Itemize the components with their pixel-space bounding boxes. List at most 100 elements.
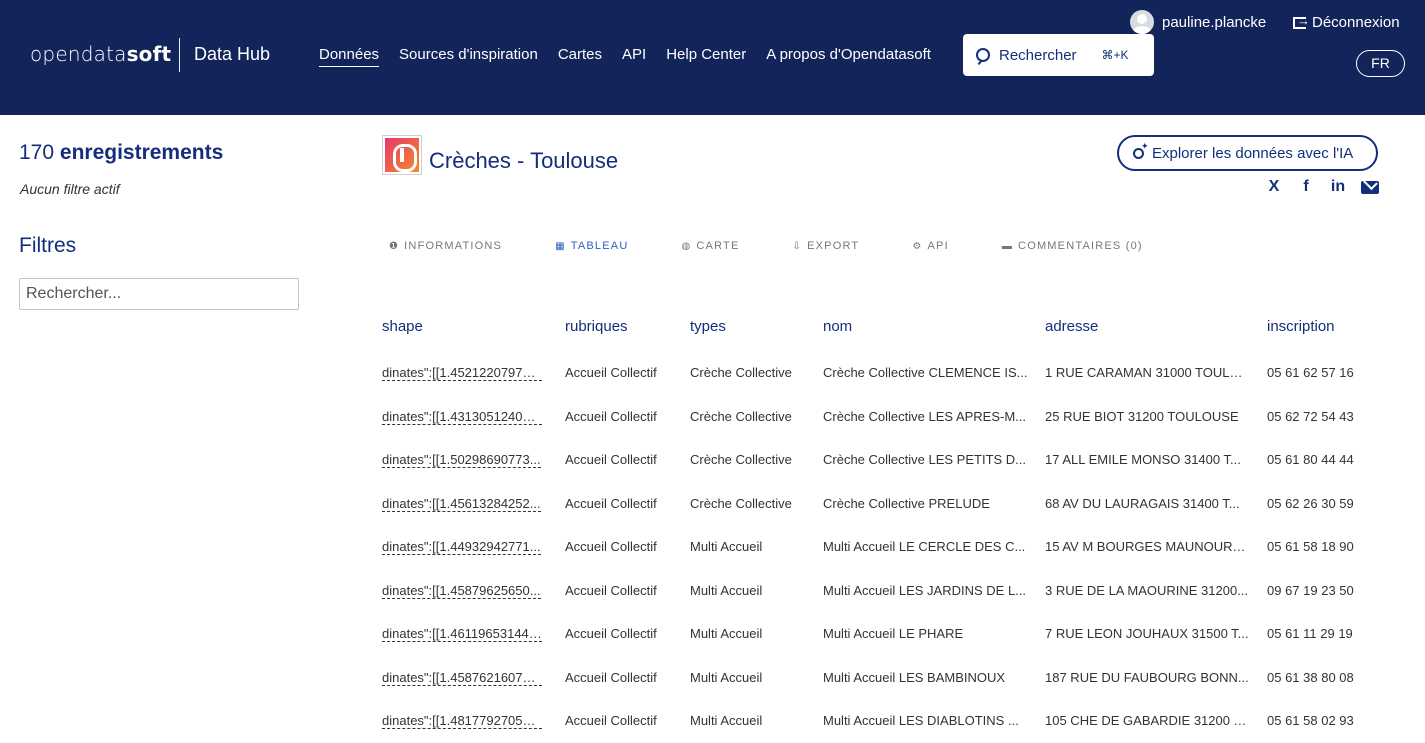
table-icon: ▦ [555,240,566,252]
cell-rubriques: Accueil Collectif [565,365,657,380]
logout-link[interactable]: Déconnexion [1293,13,1400,31]
cell-inscription: 09 67 19 23 50 [1267,582,1354,598]
cell-inscription: 05 61 38 80 08 [1267,669,1354,685]
cell-types: Multi Accueil [690,626,763,641]
cell-shape[interactable]: dinates":[[1.458762160757... [382,670,542,686]
column-header-nom[interactable]: nom [823,318,852,335]
nav-donnees[interactable]: Données [319,46,380,67]
cell-types: Multi Accueil [690,582,763,598]
cell-shape[interactable]: dinates":[[1.461196531442... [382,626,542,642]
avatar [1130,10,1154,34]
x-twitter-icon[interactable]: X [1258,178,1290,196]
tab-export[interactable]: ⇩ EXPORT [793,240,860,252]
column-header-shape[interactable]: shape [382,318,423,335]
search-icon [976,48,990,62]
logout-icon [1293,13,1310,29]
cell-rubriques: Accueil Collectif [565,452,657,467]
cell-types: Crèche Collective [690,408,792,424]
table-header: shape rubriques types nom adresse inscription [382,304,1425,348]
email-icon[interactable] [1361,181,1379,194]
dataset-logo [382,135,422,175]
main-nav: Données Sources d'inspiration Cartes API… [319,46,951,67]
filter-search-input[interactable] [19,278,299,310]
username: pauline.plancke [1162,13,1267,31]
explore-ai-button[interactable]: Explorer les données avec l'IA [1117,135,1378,171]
cell-adresse: 68 AV DU LAURAGAIS 31400 T... [1045,495,1240,511]
table-row[interactable]: dinates":[[1.458762160757... Accueil Coll… [382,670,1425,713]
cell-types: Crèche Collective [690,365,792,380]
column-header-rubriques[interactable]: rubriques [565,318,628,335]
nav-sources-inspiration[interactable]: Sources d'inspiration [399,46,538,67]
column-header-types[interactable]: types [690,318,726,335]
table-row[interactable]: dinates":[[1.461196531442... Accueil Coll… [382,626,1425,669]
cell-inscription: 05 61 58 18 90 [1267,539,1354,554]
table-row[interactable]: dinates":[[1.45613284252... Accueil Colle… [382,496,1425,539]
records-table: shape rubriques types nom adresse inscription… [382,304,1425,743]
active-filters-status: Aucun filtre actif [20,181,120,197]
cell-types: Multi Accueil [690,669,763,685]
cell-nom: Crèche Collective PRELUDE [823,495,990,511]
nav-help-center[interactable]: Help Center [666,46,746,67]
cell-shape[interactable]: dinates":[[1.44932942771... [382,539,541,555]
share-links: X f in [1258,178,1379,196]
cell-nom: Crèche Collective LES PETITS D... [823,452,1027,467]
cell-shape[interactable]: dinates":[[1.45879625650... [382,583,541,599]
nav-api[interactable]: API [622,46,646,67]
cell-inscription: 05 61 11 29 19 [1267,626,1353,641]
column-header-inscription[interactable]: inscription [1267,318,1335,335]
cell-inscription: 05 62 72 54 43 [1267,408,1354,424]
global-search-button[interactable]: Rechercher ⌘+K [963,34,1154,76]
record-count: 170 enregistrements [19,141,224,164]
cell-rubriques: Accueil Collectif [565,408,657,424]
cell-types: Multi Accueil [690,539,763,554]
cell-shape[interactable]: dinates":[[1.481779270501... [382,713,542,729]
cell-rubriques: Accueil Collectif [565,626,657,641]
table-row[interactable]: dinates":[[1.452122079719... Accueil Coll… [382,365,1425,408]
tab-carte[interactable]: ◍ CARTE [681,240,739,252]
cell-adresse: 15 AV M BOURGES MAUNOURY... [1045,539,1250,554]
linkedin-icon[interactable]: in [1322,178,1354,196]
table-row[interactable]: dinates":[[1.50298690773... Accueil Colle… [382,452,1425,495]
cell-nom: Multi Accueil LES DIABLOTINS ... [823,713,1019,728]
cell-rubriques: Accueil Collectif [565,669,657,685]
facebook-icon[interactable]: f [1290,178,1322,196]
cell-shape[interactable]: dinates":[[1.50298690773... [382,452,541,468]
tab-informations[interactable]: ❶ INFORMATIONS [389,240,502,252]
cell-shape[interactable]: dinates":[[1.45613284252... [382,496,541,512]
user-menu[interactable]: pauline.plancke [1130,10,1266,34]
tab-commentaires[interactable]: ▬ COMMENTAIRES (0) [1002,240,1143,252]
comment-icon: ▬ [1001,240,1014,252]
data-hub-label: Data Hub [194,44,271,64]
cell-inscription: 05 61 80 44 44 [1267,452,1354,467]
cell-nom: Crèche Collective CLEMENCE IS... [823,365,1028,380]
cell-adresse: 3 RUE DE LA MAOURINE 31200... [1045,582,1249,598]
nav-a-propos[interactable]: A propos d'Opendatasoft [766,46,931,67]
table-row[interactable]: dinates":[[1.44932942771... Accueil Colle… [382,539,1425,582]
dataset-tabs: ❶ INFORMATIONS ▦ TABLEAU ◍ CARTE ⇩ EXPORT ⚙ A… [389,240,1196,252]
cell-rubriques: Accueil Collectif [565,495,657,511]
cell-adresse: 25 RUE BIOT 31200 TOULOUSE [1045,408,1239,424]
gear-icon: ⚙ [912,240,923,252]
table-row[interactable]: dinates":[[1.481779270501... Accueil Coll… [382,713,1425,743]
globe-icon: ◍ [681,240,692,252]
nav-cartes[interactable]: Cartes [558,46,602,67]
tab-tableau[interactable]: ▦ TABLEAU [555,240,628,252]
cell-rubriques: Accueil Collectif [565,539,657,554]
table-row[interactable]: dinates":[[1.45879625650... Accueil Colle… [382,583,1425,626]
column-header-adresse[interactable]: adresse [1045,318,1098,335]
table-row[interactable]: dinates":[[1.431305124091... Accueil Coll… [382,409,1425,452]
language-selector[interactable]: FR [1356,50,1405,77]
cell-nom: Multi Accueil LES BAMBINOUX [823,669,1006,685]
top-navigation-bar: opendatasoft Data Hub Données Sources d'… [0,0,1425,115]
cell-adresse: 17 ALL EMILE MONSO 31400 T... [1045,452,1241,467]
cell-inscription: 05 61 58 02 93 [1267,713,1354,728]
cell-types: Crèche Collective [690,452,792,467]
cell-adresse: 105 CHE DE GABARDIE 31200 T... [1045,713,1250,728]
cell-shape[interactable]: dinates":[[1.452122079719... [382,365,542,381]
download-icon: ⇩ [792,240,803,252]
tab-api[interactable]: ⚙ API [912,240,949,252]
cell-shape[interactable]: dinates":[[1.431305124091... [382,409,542,425]
ai-search-icon [1133,141,1149,159]
logo-divider [179,38,180,72]
opendatasoft-logo[interactable]: opendatasoft [30,42,171,66]
